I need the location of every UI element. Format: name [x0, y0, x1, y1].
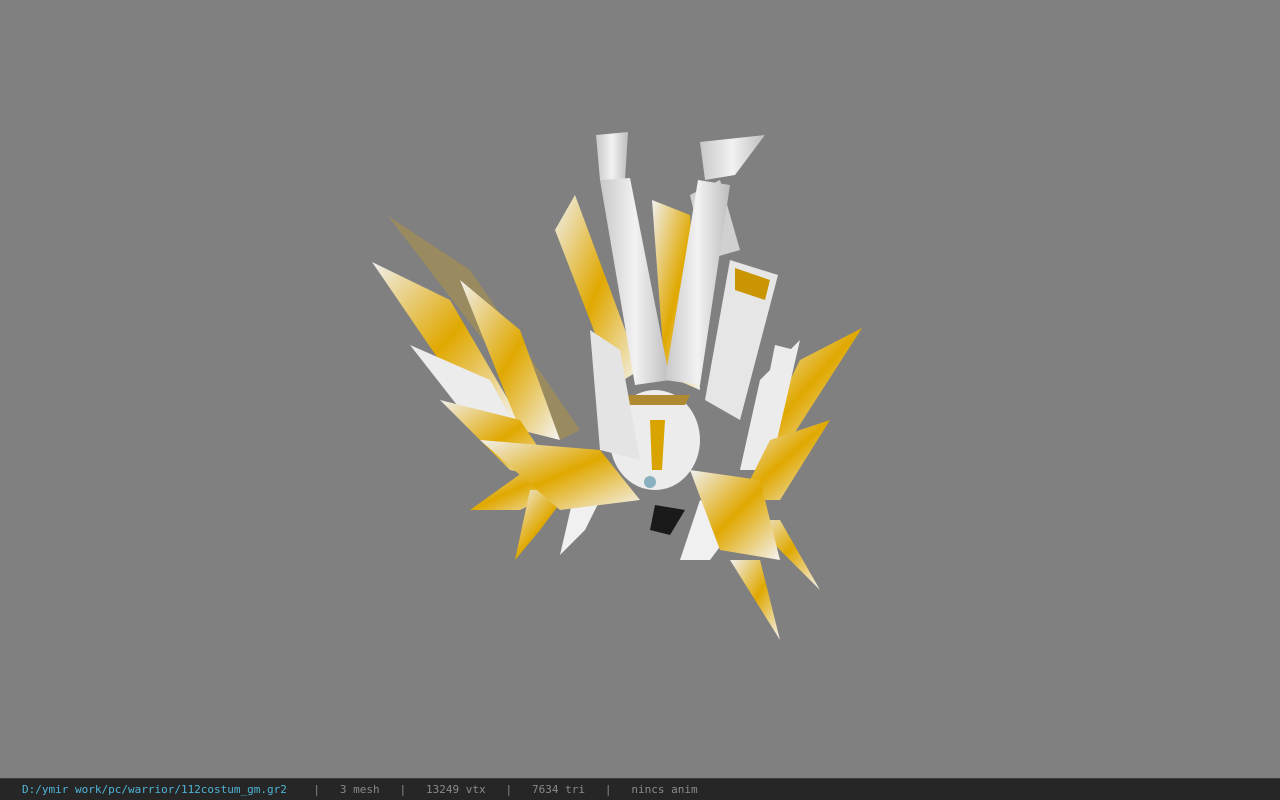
vertex-count: 13249 vtx: [426, 783, 486, 796]
mesh-count: 3 mesh: [339, 783, 380, 796]
model-render: [372, 132, 862, 640]
separator: |: [399, 783, 407, 796]
status-bar: D:/ymir work/pc/warrior/112costum_gm.gr2…: [0, 778, 1280, 800]
triangle-count: 7634 tri: [532, 783, 585, 796]
separator: |: [313, 783, 321, 796]
animation-status: nincs anim: [631, 783, 698, 796]
separator: |: [505, 783, 513, 796]
separator: |: [604, 783, 612, 796]
banners: [555, 180, 778, 420]
file-path: D:/ymir work/pc/warrior/112costum_gm.gr2: [22, 783, 287, 796]
3d-viewport[interactable]: [0, 0, 1280, 778]
